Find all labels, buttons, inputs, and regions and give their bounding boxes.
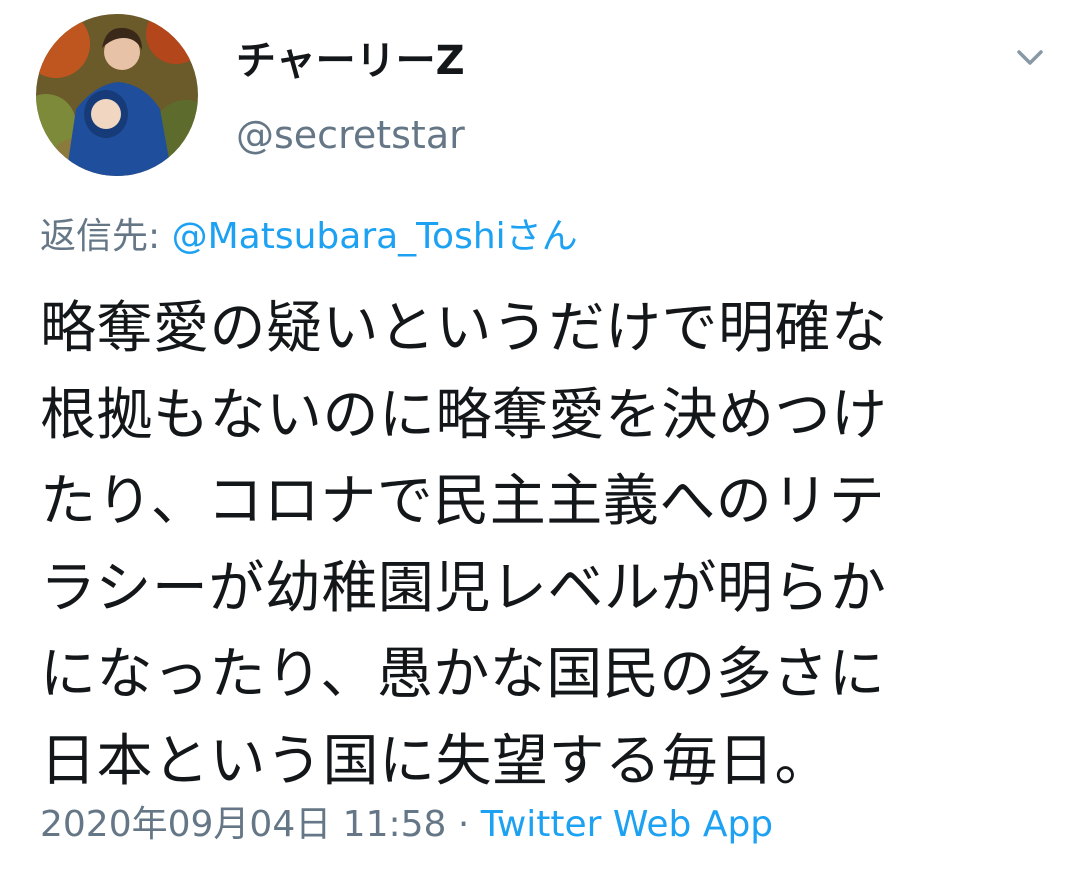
- user-handle[interactable]: @secretstar: [236, 110, 465, 160]
- meta-separator: ·: [457, 804, 470, 845]
- reply-to: 返信先: @Matsubara_Toshiさん: [40, 212, 578, 262]
- tweet-text-line: たり、コロナで民主主義へのリテ: [40, 469, 886, 534]
- tweet-meta: 2020年09月04日 11:58 · Twitter Web App: [40, 800, 773, 850]
- tweet-text-line: ラシーが幼稚園児レベルが明らか: [40, 555, 887, 621]
- tweet-text: 略奪愛の疑いというだけで明確な 根拠もないのに略奪愛を決めつけ たり、コロナで民…: [40, 286, 1040, 805]
- tweet-text-line: 略奪愛の疑いというだけで明確な: [40, 296, 888, 361]
- source-app-link[interactable]: Twitter Web App: [481, 804, 773, 845]
- chevron-down-icon[interactable]: [1010, 38, 1050, 78]
- tweet-text-line: 日本という国に失望する毎日。: [40, 728, 831, 794]
- reply-suffix: さん: [505, 216, 578, 257]
- avatar[interactable]: [36, 14, 198, 176]
- timestamp[interactable]: 2020年09月04日 11:58: [40, 804, 446, 845]
- reply-prefix: 返信先:: [40, 216, 161, 257]
- avatar-image: [36, 14, 198, 176]
- tweet-text-line: になったり、愚かな国民の多さに: [40, 642, 886, 707]
- tweet-card: チャーリーZ @secretstar 返信先: @Matsubara_Toshi…: [0, 0, 1080, 873]
- tweet-text-line: 根拠もないのに略奪愛を決めつけ: [40, 382, 888, 448]
- reply-mention-link[interactable]: @Matsubara_Toshi: [172, 216, 506, 257]
- display-name[interactable]: チャーリーZ: [236, 36, 465, 86]
